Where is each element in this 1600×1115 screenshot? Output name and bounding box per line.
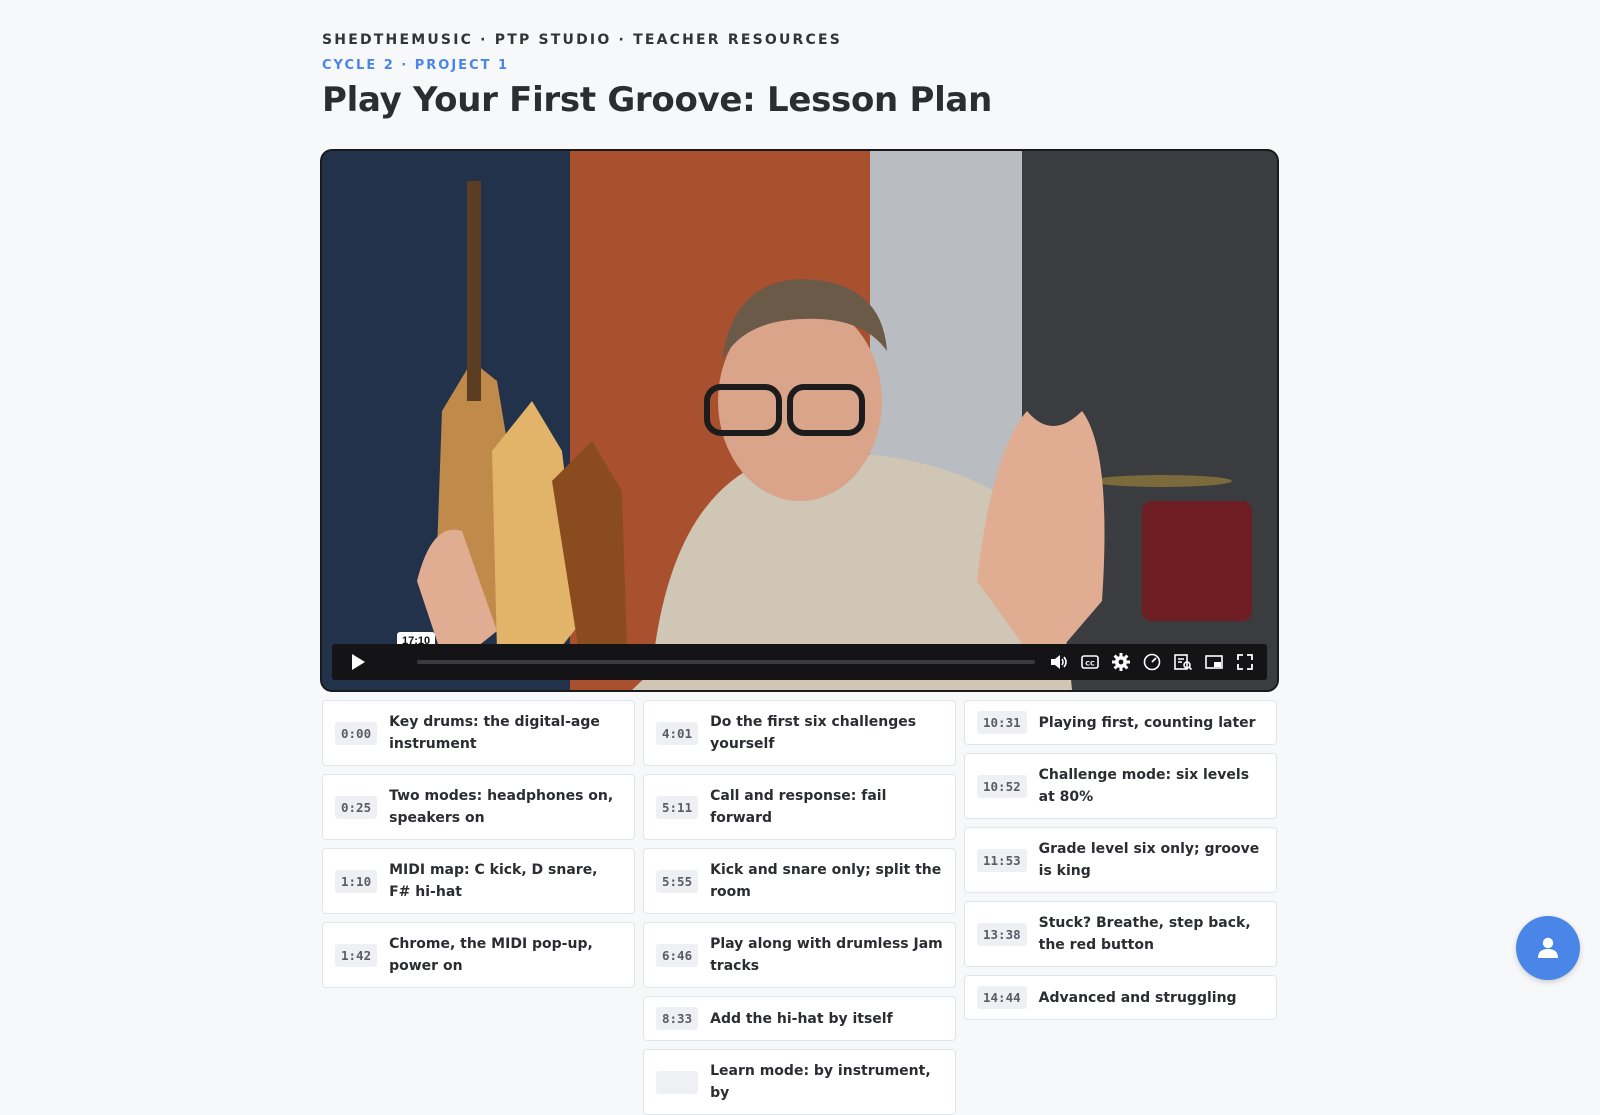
chapter-item[interactable]: 5:11 Call and response: fail forward [643,774,956,840]
chapter-label: Key drums: the digital-age instrument [389,714,600,752]
chapter-label: Challenge mode: six levels at 80% [1038,767,1250,805]
account-fab-button[interactable] [1516,916,1580,980]
transcript-icon[interactable] [1171,650,1195,674]
chapter-label: Chrome, the MIDI pop-up, power on [389,936,593,974]
chapter-label: Kick and snare only; split the room [710,862,942,900]
chapter-item[interactable]: 10:52 Challenge mode: six levels at 80% [964,753,1277,819]
chapter-timestamp: 8:33 [656,1007,699,1030]
svg-text:CC: CC [1085,660,1095,668]
chapter-timestamp: 0:00 [335,721,378,745]
chapter-column: 4:01 Do the first six challenges yourself… [643,700,956,1115]
chapter-label: Grade level six only; groove is king [1038,841,1260,879]
chapter-timestamp: 14:44 [977,986,1027,1009]
chapter-item[interactable]: 13:38 Stuck? Breathe, step back, the red … [964,901,1277,967]
chapter-timestamp: 5:55 [656,869,699,893]
settings-icon[interactable] [1109,650,1133,674]
chapter-label: Do the first six challenges yourself [710,714,917,752]
chapter-timestamp [656,1070,699,1094]
chapter-item[interactable]: Learn mode: by instrument, by [643,1049,956,1115]
chapter-item[interactable]: 1:10 MIDI map: C kick, D snare, F# hi-hat [322,848,635,914]
chapter-item[interactable]: 14:44 Advanced and struggling [964,975,1277,1020]
breadcrumb: SHEDTHEMUSIC · PTP STUDIO · TEACHER RESO… [322,32,843,48]
chapter-timestamp: 11:53 [977,848,1027,872]
chapter-item[interactable]: 1:42 Chrome, the MIDI pop-up, power on [322,922,635,988]
chapter-column: 10:31 Playing first, counting later 10:52 C… [964,700,1277,1020]
chapter-item[interactable]: 10:31 Playing first, counting later [964,700,1277,745]
picture-in-picture-icon[interactable] [1202,650,1226,674]
cycle-project-label: CYCLE 2 · PROJECT 1 [322,58,510,73]
chapter-timestamp: 4:01 [656,721,699,745]
chapter-label: Two modes: headphones on, speakers on [389,788,614,826]
chapter-label: Advanced and struggling [1038,989,1237,1006]
captions-icon[interactable]: CC [1078,650,1102,674]
chapter-label: Learn mode: by instrument, by [710,1063,931,1101]
chapter-timestamp: 10:31 [977,711,1027,734]
video-player[interactable]: 17:10 CC [322,151,1277,690]
chapter-label: Call and response: fail forward [710,788,887,826]
chapter-timestamp: 5:11 [656,795,699,819]
page-title: Play Your First Groove: Lesson Plan [322,80,992,120]
chapter-timestamp: 6:46 [656,943,699,967]
play-icon[interactable] [346,650,370,674]
user-icon [1538,937,1558,958]
video-controls: CC [332,644,1267,680]
chapter-item[interactable]: 0:00 Key drums: the digital-age instrumen… [322,700,635,766]
chapter-item[interactable]: 5:55 Kick and snare only; split the room [643,848,956,914]
chapter-column: 0:00 Key drums: the digital-age instrumen… [322,700,635,988]
chapter-item[interactable]: 0:25 Two modes: headphones on, speakers o… [322,774,635,840]
chapter-list: 0:00 Key drums: the digital-age instrumen… [322,700,1277,1115]
chapter-label: Add the hi-hat by itself [710,1010,893,1027]
speed-icon[interactable] [1140,650,1164,674]
chapter-label: MIDI map: C kick, D snare, F# hi-hat [389,862,598,900]
chapter-timestamp: 1:42 [335,943,378,967]
chapter-item[interactable]: 6:46 Play along with drumless Jam tracks [643,922,956,988]
chapter-timestamp: 0:25 [335,795,378,819]
chapter-timestamp: 1:10 [335,869,378,893]
progress-bar[interactable] [417,660,1035,664]
video-frame [322,151,1277,690]
chapter-label: Playing first, counting later [1038,714,1256,731]
control-icons: CC [1047,650,1257,674]
fullscreen-icon[interactable] [1233,650,1257,674]
chapter-label: Play along with drumless Jam tracks [710,936,943,974]
chapter-label: Stuck? Breathe, step back, the red butto… [1038,915,1251,953]
chapter-item[interactable]: 4:01 Do the first six challenges yourself [643,700,956,766]
chapter-item[interactable]: 11:53 Grade level six only; groove is kin… [964,827,1277,893]
chapter-item[interactable]: 8:33 Add the hi-hat by itself [643,996,956,1041]
chapter-timestamp: 10:52 [977,774,1027,798]
volume-icon[interactable] [1047,650,1071,674]
chapter-timestamp: 13:38 [977,922,1027,946]
